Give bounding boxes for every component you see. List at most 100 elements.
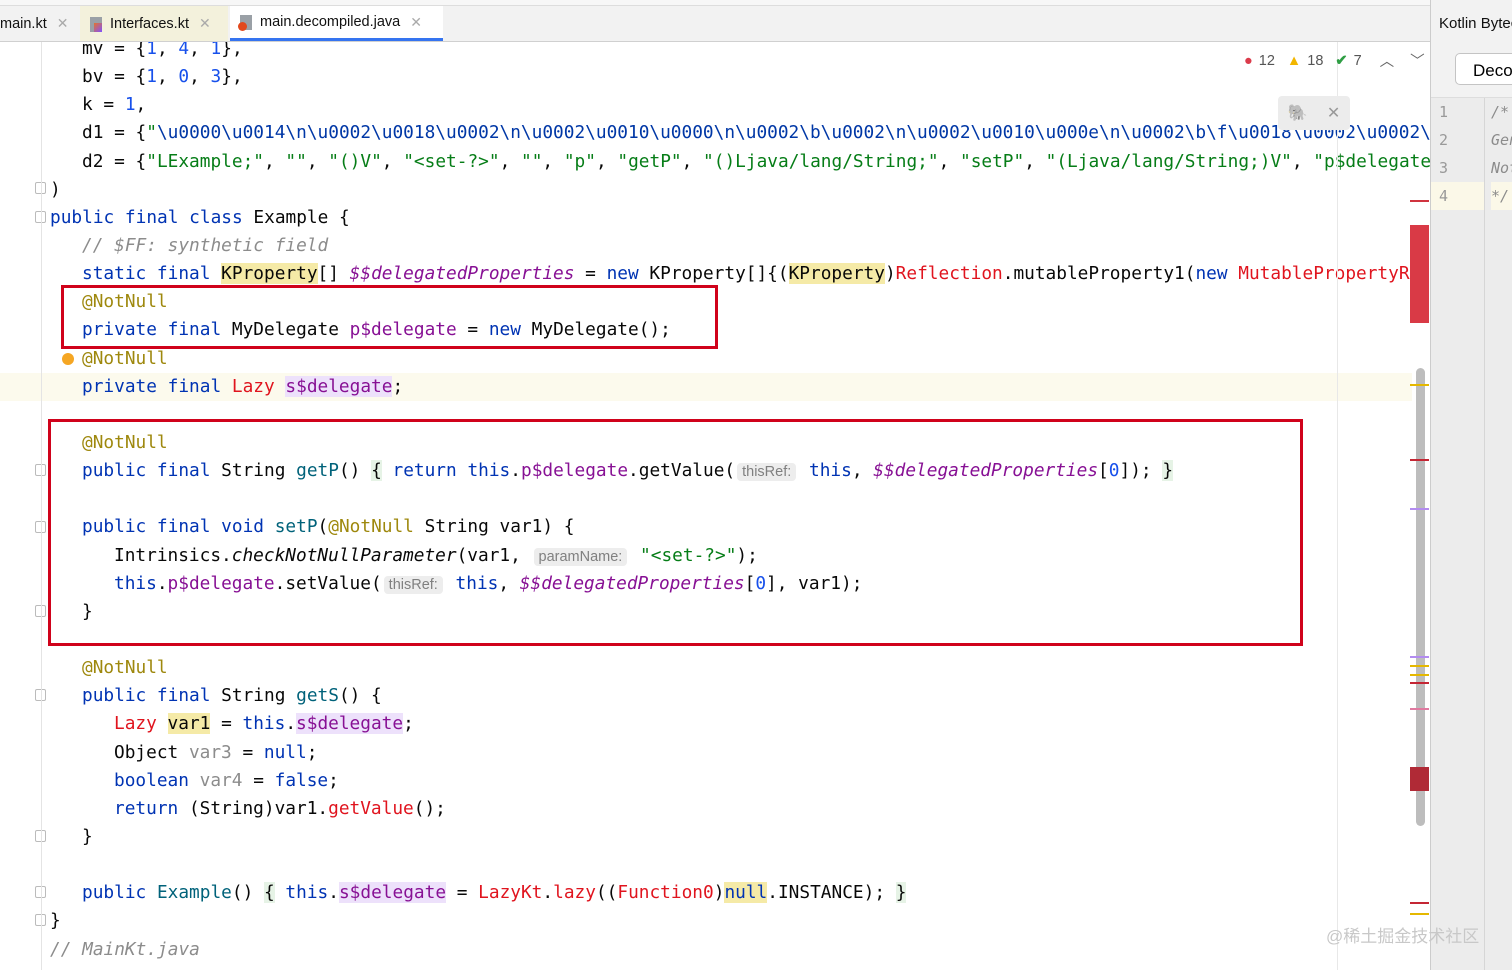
code-token: "()V" <box>328 150 382 172</box>
code-token: @NotNull <box>82 347 168 369</box>
bytecode-text: /* Generated Not */ <box>1491 98 1512 210</box>
code-token: (( <box>595 882 618 904</box>
code-line[interactable]: private final Lazy s$delegate; <box>0 373 1430 401</box>
code-token: 1 <box>146 42 157 59</box>
code-token: Reflection <box>895 263 1003 285</box>
error-stripe-mark[interactable] <box>1410 225 1429 323</box>
code-token: "p$delegate" <box>1313 150 1430 172</box>
code-token: ) <box>884 263 896 285</box>
bytecode-view[interactable]: 1 2 3 4 /* Generated Not */ <box>1431 97 1512 970</box>
code-token: MutablePropertyR <box>1238 263 1410 285</box>
code-line[interactable]: @NotNull <box>0 654 1430 682</box>
code-token: "(Ljava/lang/String;)V" <box>1045 150 1292 172</box>
inspection-widget[interactable]: ● 12 ▲ 18 ✔ 7 ︿ ﹀ <box>1244 50 1425 71</box>
code-line[interactable]: Object var3 = null; <box>0 739 1430 767</box>
code-line[interactable]: // $FF: synthetic field <box>0 232 1430 260</box>
code-line[interactable]: k = 1, <box>0 91 1430 119</box>
code-token: private final <box>82 375 232 397</box>
code-token: , <box>156 42 179 59</box>
decompile-button[interactable]: Decompile <box>1455 53 1512 85</box>
code-token: mv = { <box>82 42 147 59</box>
code-token: { <box>264 882 275 904</box>
next-highlight-icon[interactable]: ﹀ <box>1410 50 1425 71</box>
code-token: d1 = { <box>82 122 147 144</box>
error-stripe-mark[interactable] <box>1410 902 1429 904</box>
warning-stripe-mark[interactable] <box>1410 913 1429 915</box>
error-stripe-mark[interactable] <box>1410 767 1429 791</box>
code-line[interactable]: boolean var4 = false; <box>0 767 1430 795</box>
editor-gutter <box>0 42 42 970</box>
warning-stripe-mark[interactable] <box>1410 674 1429 676</box>
code-token: () { <box>338 685 382 707</box>
code-token: getS <box>296 685 339 707</box>
error-stripe-mark[interactable] <box>1410 200 1429 202</box>
error-stripe-mark[interactable] <box>1410 459 1429 461</box>
code-token: var3 <box>188 741 232 763</box>
code-line[interactable]: } <box>0 823 1430 851</box>
code-token: // $FF: synthetic field <box>82 234 329 256</box>
panel-title: Kotlin Bytecode <box>1439 15 1512 32</box>
previous-highlight-icon[interactable]: ︿ <box>1380 50 1395 71</box>
vertical-scrollbar[interactable] <box>1416 368 1425 826</box>
error-count: 12 <box>1258 52 1275 69</box>
tab-label: main.decompiled.java <box>260 14 401 30</box>
code-line[interactable]: // MainKt.java <box>0 936 1430 964</box>
code-line[interactable]: public Example() { this.s$delegate = Laz… <box>0 879 1430 907</box>
code-line[interactable]: Lazy var1 = this.s$delegate; <box>0 710 1430 738</box>
warning-stripe-mark[interactable] <box>1410 665 1429 667</box>
code-token: 4 <box>178 42 190 59</box>
code-token: } <box>50 910 61 932</box>
java-file-icon <box>238 13 254 31</box>
code-line[interactable]: mv = {1, 4, 1}, <box>0 42 1430 63</box>
code-token: s$delegate <box>338 882 447 904</box>
code-token: public <box>82 882 157 904</box>
code-line[interactable]: d2 = {"LExample;", "", "()V", "<set-?>",… <box>0 148 1430 176</box>
warning-stripe-mark[interactable] <box>1410 384 1429 386</box>
tab-main-decompiled-java[interactable]: main.decompiled.java ✕ <box>230 6 443 41</box>
code-token: , <box>264 150 286 172</box>
gradle-sync-popup: 🐘 ✕ <box>1278 96 1350 130</box>
close-icon[interactable]: ✕ <box>1327 103 1340 123</box>
code-token: 0 <box>178 66 190 88</box>
tab-interfaces-kt[interactable]: Interfaces.kt ✕ <box>80 6 228 41</box>
code-line[interactable] <box>0 851 1430 879</box>
code-line: /* <box>1491 103 1510 121</box>
code-token: }, <box>221 66 243 88</box>
tab-main-kt[interactable]: main.kt ✕ <box>0 6 70 41</box>
info-stripe-mark[interactable] <box>1410 708 1429 710</box>
code-token: () <box>231 882 264 904</box>
code-line[interactable]: bv = {1, 0, 3}, <box>0 63 1430 91</box>
code-token: Example { <box>253 206 350 228</box>
code-token: , <box>1291 150 1314 172</box>
kotlin-file-icon <box>88 15 104 33</box>
code-line[interactable]: public final String getS() { <box>0 682 1430 710</box>
code-token: new <box>1195 263 1239 285</box>
code-token: = <box>574 263 607 285</box>
code-line: Not <box>1491 159 1512 177</box>
code-token: 1 <box>210 42 222 59</box>
code-line[interactable]: } <box>0 907 1430 935</box>
code-token: KProperty <box>788 263 885 285</box>
code-token: @NotNull <box>82 657 168 679</box>
code-token: "()Ljava/lang/String;" <box>703 150 939 172</box>
code-line[interactable]: return (String)var1.getValue(); <box>0 795 1430 823</box>
code-token: .mutableProperty1( <box>1002 263 1196 285</box>
code-token: , <box>306 150 329 172</box>
warning-count: 18 <box>1307 52 1324 69</box>
close-icon[interactable]: ✕ <box>57 15 69 32</box>
info-stripe-mark[interactable] <box>1410 656 1429 658</box>
info-stripe-mark[interactable] <box>1410 508 1429 510</box>
code-line[interactable]: public final class Example { <box>0 204 1430 232</box>
error-stripe-mark[interactable] <box>1410 682 1429 684</box>
close-icon[interactable]: ✕ <box>410 14 422 31</box>
code-token: . <box>542 882 554 904</box>
code-token: public final class <box>50 206 254 228</box>
code-token: 3 <box>210 66 222 88</box>
close-icon[interactable]: ✕ <box>199 15 211 32</box>
code-line[interactable]: ) <box>0 176 1430 204</box>
gradle-sync-icon[interactable]: 🐘 <box>1288 103 1308 123</box>
code-token: "" <box>285 150 307 172</box>
lightbulb-icon[interactable] <box>62 353 74 365</box>
code-line[interactable]: d1 = {"\u0000\u0014\n\u0002\u0018\u0002\… <box>0 119 1430 147</box>
code-token: , <box>156 66 179 88</box>
